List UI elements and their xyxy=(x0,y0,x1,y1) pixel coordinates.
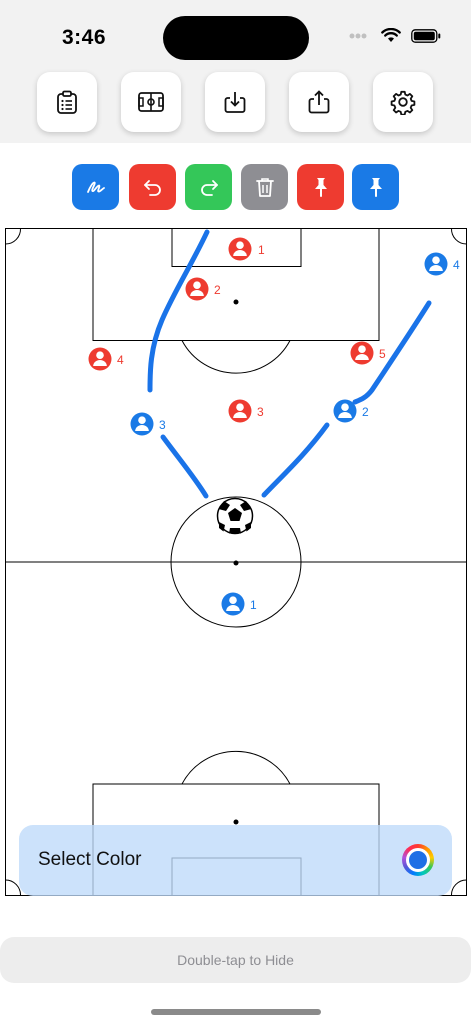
selected-color-swatch xyxy=(409,851,427,869)
blue-player-1-label: 1 xyxy=(250,598,257,612)
corner-arc-top-left xyxy=(5,228,22,245)
red-player-5[interactable]: 5 xyxy=(350,341,387,365)
red-player-2-label: 2 xyxy=(214,283,221,297)
red-player-3[interactable]: 3 xyxy=(228,399,265,423)
home-indicator[interactable] xyxy=(151,1009,321,1015)
drawn-line-3 xyxy=(261,422,330,498)
corner-arc-top-right xyxy=(450,228,467,245)
blue-player-1[interactable]: 1 xyxy=(221,592,258,616)
blue-player-3-label: 3 xyxy=(159,418,166,432)
red-player-5-label: 5 xyxy=(379,347,386,361)
blue-player-2[interactable]: 2 xyxy=(333,399,370,423)
blue-player-4[interactable]: 4 xyxy=(424,252,461,276)
top-penalty-spot xyxy=(233,299,239,305)
bottom-penalty-spot xyxy=(233,819,239,825)
blue-player-4-label: 4 xyxy=(453,258,460,272)
corner-arc-bottom-right xyxy=(450,879,467,896)
select-color-panel[interactable]: Select Color xyxy=(19,825,452,896)
red-player-1-label: 1 xyxy=(258,243,265,257)
top-penalty-arc xyxy=(181,340,291,374)
drawn-line-2 xyxy=(160,434,209,499)
center-spot xyxy=(233,560,239,566)
blue-player-2-label: 2 xyxy=(362,405,369,419)
drawn-line-1 xyxy=(147,229,210,393)
blue-player-3[interactable]: 3 xyxy=(130,412,167,436)
red-player-4-label: 4 xyxy=(117,353,124,367)
select-color-label: Select Color xyxy=(38,849,142,870)
hide-hint-text: Double-tap to Hide xyxy=(177,952,294,968)
red-player-1[interactable]: 1 xyxy=(228,237,266,261)
bottom-penalty-arc xyxy=(181,750,291,785)
red-player-2[interactable]: 2 xyxy=(185,277,222,301)
soccer-ball-icon[interactable] xyxy=(216,497,254,535)
red-player-3-label: 3 xyxy=(257,405,264,419)
red-player-4[interactable]: 4 xyxy=(88,347,125,371)
hide-hint-bar[interactable]: Double-tap to Hide xyxy=(0,937,471,983)
color-well[interactable] xyxy=(402,844,434,876)
